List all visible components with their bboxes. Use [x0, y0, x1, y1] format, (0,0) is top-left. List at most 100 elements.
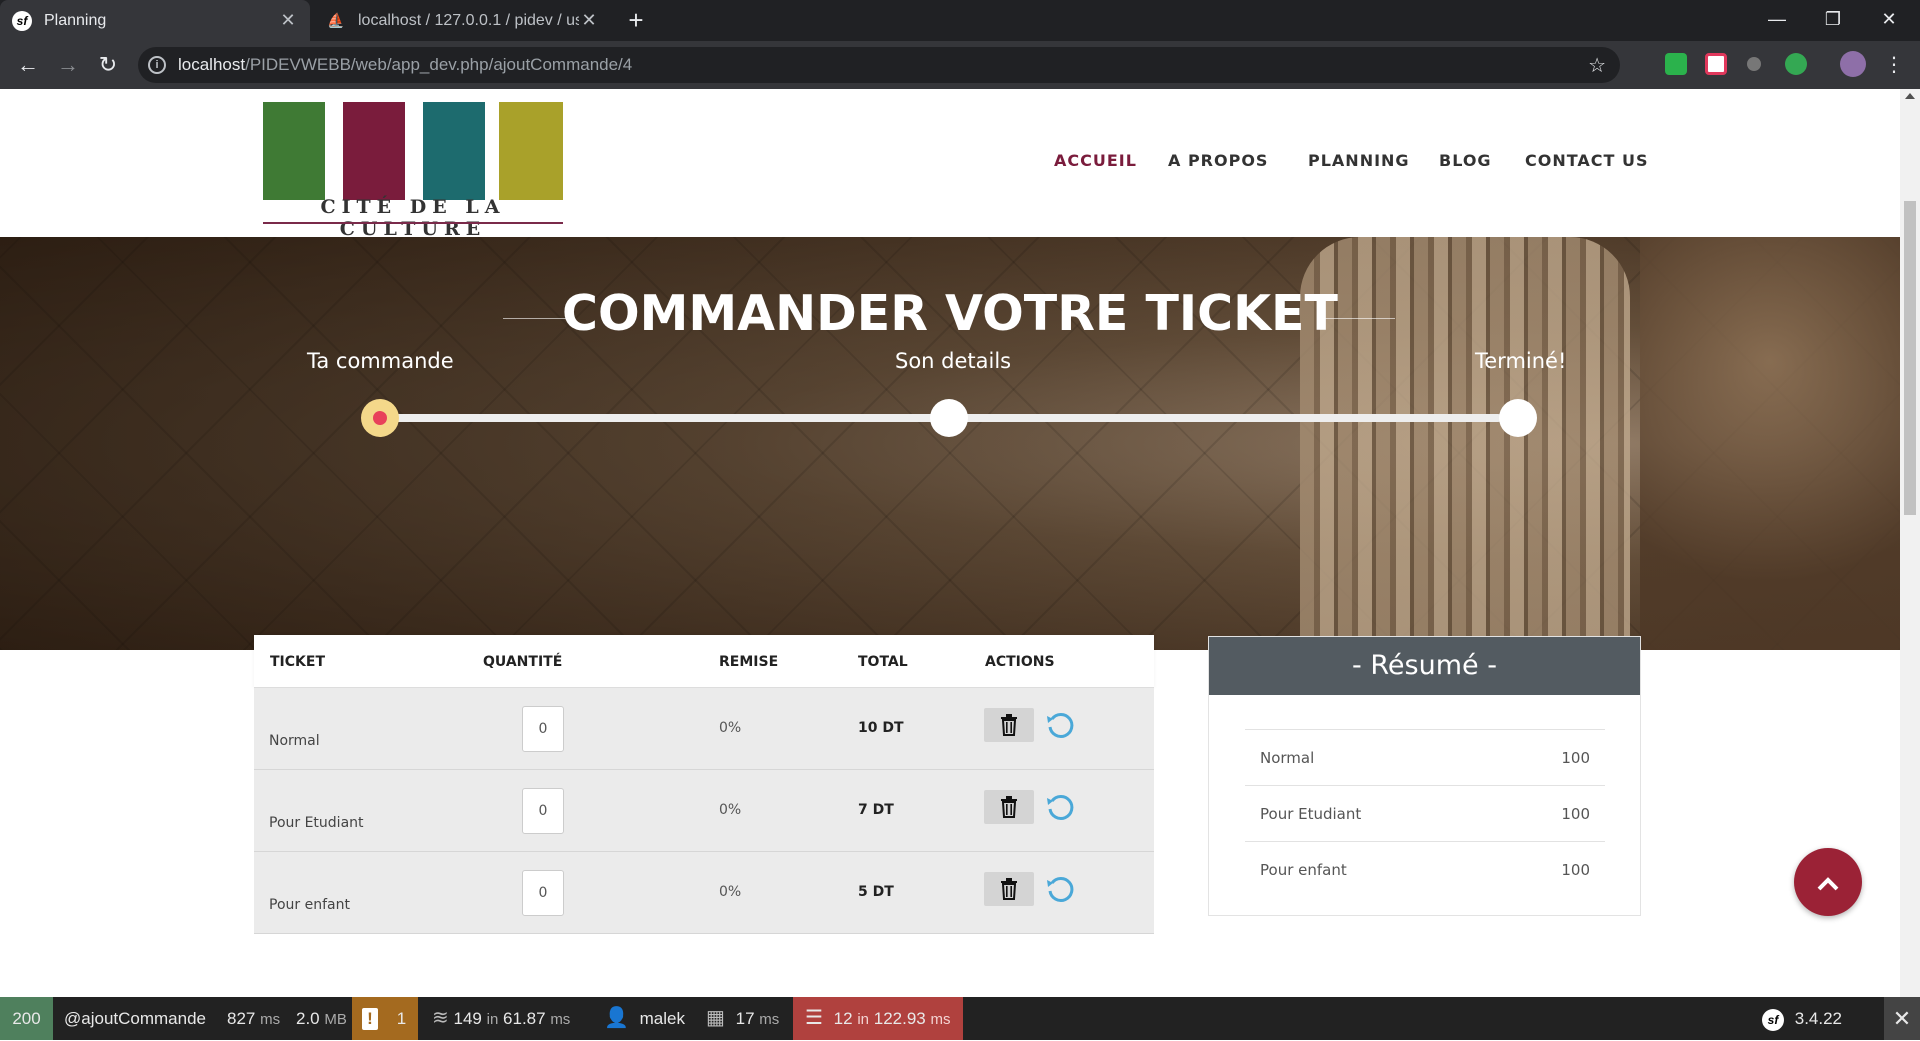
- summary-title: - Résumé -: [1209, 637, 1640, 695]
- nav-accueil[interactable]: ACCUEIL: [1054, 151, 1137, 170]
- ticket-name: Normal: [269, 733, 320, 749]
- col-actions: ACTIONS: [985, 654, 1055, 670]
- memory-usage[interactable]: 2.0 MB: [296, 997, 347, 1040]
- page-scrollbar[interactable]: [1900, 89, 1920, 997]
- nav-blog[interactable]: BLOG: [1439, 151, 1492, 170]
- summary-value: 100: [1561, 805, 1590, 823]
- scroll-to-top-button[interactable]: [1794, 848, 1862, 916]
- browser-tab-strip: sf Planning ✕ ⛵ localhost / 127.0.0.1 / …: [0, 0, 1920, 41]
- pocket-extension-icon[interactable]: [1705, 53, 1727, 75]
- status-code[interactable]: 200: [0, 997, 53, 1040]
- window-close-icon[interactable]: ✕: [1866, 0, 1912, 41]
- logo-tile: [499, 102, 563, 200]
- total-value: 10 DT: [858, 720, 904, 736]
- ajax-icon: ▦: [706, 1007, 725, 1029]
- remise-value: 0%: [719, 802, 742, 818]
- summary-value: 100: [1561, 861, 1590, 879]
- tab-close-icon[interactable]: ✕: [579, 10, 599, 31]
- col-total: TOTAL: [858, 654, 908, 670]
- step-dot-commande: [361, 399, 399, 437]
- table-row: Pour enfant 0 0% 5 DT: [254, 852, 1154, 934]
- warnings-badge[interactable]: ! 1: [352, 997, 418, 1040]
- nav-planning[interactable]: PLANNING: [1308, 151, 1410, 170]
- remise-value: 0%: [719, 720, 742, 736]
- address-bar[interactable]: i localhost/PIDEVWEBB/web/app_dev.php/aj…: [138, 47, 1620, 83]
- step-label-termine: Terminé!: [1475, 349, 1567, 373]
- logo[interactable]: CITÉ DE LA CULTURE: [263, 102, 563, 240]
- minimize-icon[interactable]: —: [1754, 0, 1800, 41]
- logo-tile: [343, 102, 405, 200]
- chevron-up-icon: [1817, 877, 1839, 891]
- logo-tile: [423, 102, 485, 200]
- refresh-icon: [1047, 712, 1074, 738]
- nav-a-propos[interactable]: A PROPOS: [1168, 151, 1268, 170]
- summary-row: Normal 100: [1245, 729, 1605, 785]
- summary-row: Pour Etudiant 100: [1245, 785, 1605, 841]
- refresh-icon: [1047, 794, 1074, 820]
- delete-button[interactable]: [984, 872, 1034, 906]
- reset-button[interactable]: [1043, 708, 1077, 742]
- site-header: CITÉ DE LA CULTURE ACCUEIL A PROPOS PLAN…: [0, 89, 1900, 240]
- username: malek: [639, 1009, 685, 1028]
- bookmark-star-icon[interactable]: ☆: [1588, 53, 1606, 78]
- col-ticket: TICKET: [270, 654, 325, 670]
- title-rule-right: [1323, 318, 1395, 319]
- symfony-favicon-icon: sf: [12, 10, 32, 31]
- summary-label: Pour enfant: [1260, 861, 1347, 879]
- hero-banner: COMMANDER VOTRE TICKET Ta commande Son d…: [0, 237, 1900, 650]
- summary-panel: - Résumé - Normal 100 Pour Etudiant 100 …: [1208, 636, 1641, 916]
- warnings-count: 1: [396, 1009, 407, 1028]
- symfony-debug-toolbar: 200 @ajoutCommande 827 ms 2.0 MB ! 1 ≋ 1…: [0, 997, 1920, 1040]
- restore-icon[interactable]: ❐: [1810, 0, 1856, 41]
- table-row: Normal 0 0% 10 DT: [254, 688, 1154, 770]
- close-toolbar-icon[interactable]: ✕: [1884, 997, 1920, 1040]
- route-name[interactable]: @ajoutCommande: [64, 997, 206, 1040]
- extension-icon[interactable]: [1747, 57, 1761, 71]
- extension-icon[interactable]: [1665, 53, 1687, 75]
- play-extension-icon[interactable]: [1785, 53, 1807, 75]
- request-time[interactable]: 827 ms: [227, 997, 280, 1040]
- reset-button[interactable]: [1043, 872, 1077, 906]
- refresh-icon: [1047, 876, 1074, 902]
- quantity-input[interactable]: 0: [522, 706, 564, 752]
- step-label-details: Son details: [895, 349, 1012, 373]
- new-tab-icon[interactable]: +: [622, 6, 650, 34]
- forms-panel[interactable]: ≋ 149 in 61.87 ms: [432, 997, 570, 1040]
- reload-icon[interactable]: ↻: [92, 49, 124, 81]
- forward-icon[interactable]: →: [52, 49, 84, 81]
- trash-icon: [1001, 713, 1017, 736]
- page-title: COMMANDER VOTRE TICKET: [562, 285, 1338, 342]
- tab-close-icon[interactable]: ✕: [278, 10, 298, 31]
- tab-planning[interactable]: sf Planning ✕: [0, 0, 310, 41]
- phpmyadmin-favicon-icon: ⛵: [327, 12, 345, 28]
- user-panel[interactable]: 👤 malek: [604, 997, 685, 1040]
- profile-avatar[interactable]: [1840, 51, 1866, 77]
- scrollbar-thumb[interactable]: [1904, 201, 1916, 515]
- scroll-up-arrow-icon[interactable]: [1905, 93, 1915, 99]
- step-label-commande: Ta commande: [307, 349, 454, 373]
- symfony-version[interactable]: sf 3.4.22: [1762, 997, 1842, 1040]
- symfony-logo-icon: sf: [1762, 1008, 1784, 1031]
- step-dot-details: [930, 399, 968, 437]
- total-value: 5 DT: [858, 884, 894, 900]
- menu-dots-icon[interactable]: ⋮: [1878, 49, 1910, 81]
- site-info-icon[interactable]: i: [148, 56, 166, 74]
- quantity-input[interactable]: 0: [522, 788, 564, 834]
- layers-icon: ≋: [432, 1007, 449, 1029]
- browser-toolbar: ← → ↻ i localhost/PIDEVWEBB/web/app_dev.…: [0, 41, 1920, 89]
- table-row: Pour Etudiant 0 0% 7 DT: [254, 770, 1154, 852]
- database-icon: ☰: [805, 1007, 823, 1029]
- delete-button[interactable]: [984, 790, 1034, 824]
- database-panel[interactable]: ☰ 12 in 122.93 ms: [793, 997, 963, 1040]
- delete-button[interactable]: [984, 708, 1034, 742]
- tab-phpmyadmin[interactable]: ⛵ localhost / 127.0.0.1 / pidev / use ✕: [314, 0, 611, 41]
- ticket-name: Pour Etudiant: [269, 815, 364, 831]
- col-quantite: QUANTITÉ: [483, 654, 563, 670]
- logo-tile: [263, 102, 325, 200]
- reset-button[interactable]: [1043, 790, 1077, 824]
- nav-contact-us[interactable]: CONTACT US: [1525, 151, 1649, 170]
- summary-value: 100: [1561, 749, 1590, 767]
- quantity-input[interactable]: 0: [522, 870, 564, 916]
- ajax-panel[interactable]: ▦ 17 ms: [706, 997, 779, 1040]
- back-icon[interactable]: ←: [12, 49, 44, 81]
